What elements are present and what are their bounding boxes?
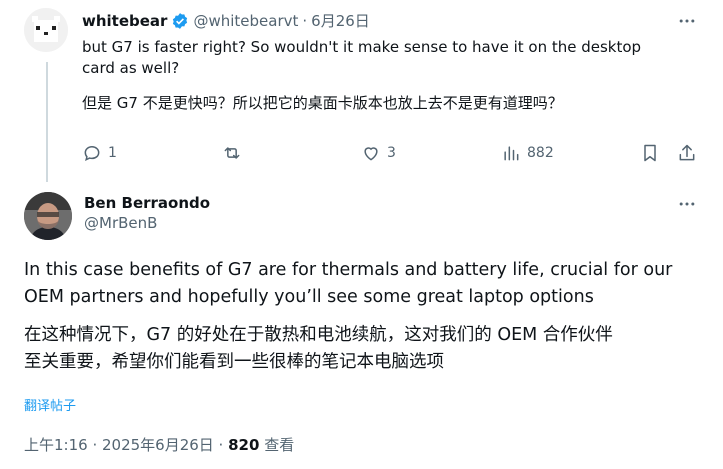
tweet-timestamp[interactable]: 上午1:16 · 2025年6月26日 · — [24, 436, 223, 454]
heart-icon — [364, 147, 378, 161]
retweet-icon — [224, 147, 240, 159]
bookmark-button[interactable] — [640, 143, 660, 163]
reply-text-en-line1: but G7 is faster right? So wouldn't it m… — [82, 38, 642, 56]
tweet-date[interactable]: 6月26日 — [311, 10, 370, 31]
reply-text-en: but G7 is faster right? So wouldn't it m… — [82, 37, 702, 79]
avatar-whitebear[interactable] — [24, 8, 68, 52]
share-button[interactable] — [677, 143, 697, 163]
views-button[interactable]: 882 — [501, 143, 554, 163]
retweet-button[interactable] — [222, 143, 248, 163]
main-text-en: In this case benefits of G7 are for ther… — [24, 257, 714, 311]
separator: · — [302, 11, 308, 30]
main-author: Ben Berraondo @MrBenB — [84, 194, 210, 232]
reply-count: 1 — [108, 145, 117, 161]
verified-badge-icon — [171, 12, 189, 30]
reply-icon — [84, 145, 100, 162]
reply-button[interactable]: 1 — [82, 143, 117, 163]
main-text-zh-line1: 在这种情况下，G7 的好处在于散热和电池续航，这对我们的 OEM 合作伙伴 — [24, 325, 613, 345]
translate-post-link[interactable]: 翻译帖子 — [24, 395, 76, 414]
main-text-en-line1: In this case benefits of G7 are for ther… — [24, 260, 673, 280]
display-name[interactable]: whitebear — [82, 12, 167, 30]
more-options-icon[interactable] — [677, 194, 697, 218]
avatar-ben-berraondo[interactable] — [24, 192, 72, 240]
more-options-icon[interactable] — [677, 11, 697, 35]
views-count: 820 — [228, 436, 260, 454]
like-button[interactable]: 3 — [361, 143, 396, 163]
main-text-en-line2: OEM partners and hopefully you’ll see so… — [24, 287, 594, 307]
main-text-zh-line2: 至关重要，希望你们能看到一些很棒的笔记本电脑选项 — [24, 352, 444, 372]
reply-text-en-line2: card as well? — [82, 59, 180, 77]
reply-text-zh: 但是 G7 不是更快吗？所以把它的桌面卡版本也放上去不是更有道理吗？ — [82, 94, 563, 112]
display-name[interactable]: Ben Berraondo — [84, 194, 210, 212]
thread-line — [46, 62, 48, 182]
like-count: 3 — [387, 145, 396, 161]
bookmark-icon — [644, 144, 656, 162]
view-count: 882 — [527, 145, 554, 161]
views-label: 查看 — [264, 436, 295, 454]
handle[interactable]: @MrBenB — [84, 214, 210, 232]
tweet-meta: 上午1:16 · 2025年6月26日 · 820 查看 — [24, 434, 294, 455]
share-icon — [679, 144, 695, 161]
views-chart-icon — [504, 146, 519, 161]
handle[interactable]: @whitebearvt — [193, 12, 298, 30]
main-text-zh: 在这种情况下，G7 的好处在于散热和电池续航，这对我们的 OEM 合作伙伴 至关… — [24, 322, 714, 376]
reply-header: whitebear @whitebearvt · 6月26日 — [82, 10, 370, 31]
